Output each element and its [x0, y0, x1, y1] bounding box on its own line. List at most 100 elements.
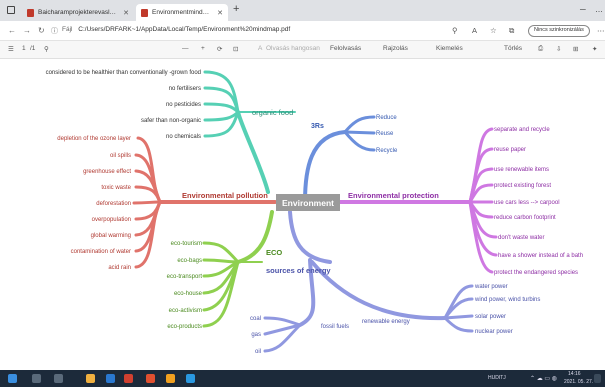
- protection-item: protect existing forest: [494, 183, 551, 189]
- more-icon[interactable]: …: [595, 5, 603, 14]
- pdf-toolbar: ☰ 1 /1 ⚲ — + ⟳ ⊡ A Olvasás hangosan Felo…: [0, 41, 605, 59]
- tab-bar: Baicharamprojekterevaslsuh ✕ Environment…: [0, 0, 605, 21]
- pin-icon[interactable]: ✦: [592, 45, 597, 53]
- pollution-item: overpopulation: [92, 217, 131, 223]
- organic-food-item: safer than non-organic: [141, 118, 201, 124]
- tab-inactive[interactable]: Baicharamprojekterevaslsuh ✕: [22, 4, 134, 21]
- rrr-item: Recycle: [376, 148, 398, 154]
- highlight-button[interactable]: Kiemelés: [436, 45, 463, 52]
- protection-item: use cars less --> carpool: [494, 200, 560, 206]
- protection-item: reuse paper: [494, 147, 526, 153]
- pollution-title: Environmental pollution: [182, 191, 268, 200]
- text-options-button[interactable]: Felolvasás: [330, 45, 361, 52]
- protection-item: don't waste water: [498, 235, 545, 241]
- protection-item: use renewable items: [494, 167, 549, 173]
- profile-sync-button[interactable]: Nincs szinkronizálás: [528, 25, 590, 37]
- draw-button[interactable]: Rajzolás: [383, 45, 408, 52]
- save-icon[interactable]: ⇩: [556, 45, 561, 53]
- fossil-fuel-item: coal: [250, 316, 261, 322]
- eco-connectors: [202, 210, 274, 328]
- organic-food-item: no chemicals: [166, 134, 201, 140]
- back-icon[interactable]: ←: [8, 26, 16, 35]
- energy-connectors: [263, 210, 474, 353]
- close-icon[interactable]: ✕: [123, 9, 129, 17]
- renewable-item: solar power: [475, 314, 506, 320]
- pollution-item: greenhouse effect: [83, 169, 131, 175]
- file-explorer-icon[interactable]: [86, 374, 95, 383]
- minimize-icon[interactable]: ─: [580, 5, 586, 14]
- taskbar: HUDITJ ⌃ ☁ ▭ ◍ 14:16 2021. 05. 27.: [0, 370, 605, 387]
- eco-title: ECO: [266, 248, 282, 257]
- rotate-icon[interactable]: ⟳: [217, 45, 222, 53]
- new-tab-button[interactable]: +: [233, 3, 239, 15]
- print-icon[interactable]: ⎙: [538, 45, 543, 53]
- tab-active[interactable]: Environmentmindmap.pdf ✕: [136, 4, 228, 21]
- fossil-fuel-item: gas: [251, 332, 261, 338]
- pollution-item: global warming: [91, 233, 131, 239]
- eco-item: eco-tourism: [171, 241, 202, 247]
- protection-item: reduce carbon footprint: [494, 215, 556, 221]
- protection-item: separate and recycle: [494, 127, 550, 133]
- read-aloud-icon[interactable]: A: [258, 45, 262, 52]
- tray-icons[interactable]: ⌃ ☁ ▭ ◍: [530, 375, 557, 382]
- pollution-item: toxic waste: [101, 185, 131, 191]
- start-icon[interactable]: [8, 374, 17, 383]
- zoom-in-button[interactable]: +: [201, 45, 205, 52]
- save-as-icon[interactable]: ⊞: [573, 45, 578, 53]
- page-total: /1: [30, 45, 36, 52]
- notification-icon[interactable]: [594, 374, 601, 383]
- contents-icon[interactable]: ☰: [8, 45, 14, 53]
- fit-page-icon[interactable]: ⊡: [233, 45, 238, 53]
- address-bar: ← → ↻ ⓘ Fájl C:/Users/DRFARK~1/AppData/L…: [0, 21, 605, 41]
- app-icon[interactable]: [124, 374, 133, 383]
- file-scheme-label: Fájl: [62, 26, 73, 33]
- task-view-icon[interactable]: [54, 374, 63, 383]
- erase-button[interactable]: Törlés: [504, 45, 522, 52]
- search-icon[interactable]: [32, 374, 41, 383]
- forward-icon[interactable]: →: [23, 26, 31, 35]
- info-icon[interactable]: ⓘ: [51, 26, 58, 36]
- page-number-field[interactable]: 1: [22, 45, 26, 52]
- collections-icon[interactable]: ⧉: [509, 26, 514, 36]
- renewable-energy-label: renewable energy: [362, 319, 410, 325]
- protection-item: have a shower instead of a bath: [498, 253, 583, 259]
- edge-icon[interactable]: [106, 374, 115, 383]
- zoom-out-button[interactable]: —: [182, 45, 189, 52]
- app-icon[interactable]: [166, 374, 175, 383]
- eco-item: eco-bags: [177, 258, 202, 264]
- fossil-fuels-label: fossil fuels: [321, 324, 349, 330]
- pollution-item: contamination of water: [71, 249, 131, 255]
- pollution-item: depletion of the ozone layer: [57, 136, 131, 142]
- eco-item: eco-transport: [167, 274, 203, 280]
- pdf-file-icon: [141, 8, 148, 17]
- center-node-label: Environment: [282, 198, 334, 208]
- menu-icon[interactable]: ⋯: [597, 26, 605, 35]
- eco-item: eco-products: [167, 324, 202, 330]
- renewable-item: water power: [474, 284, 508, 290]
- tab-label: Baicharamprojekterevaslsuh: [38, 9, 120, 16]
- energy-title: sources of energy: [266, 266, 331, 275]
- organic-food-title: organic food: [252, 108, 293, 117]
- rrr-item: Reduce: [376, 115, 397, 121]
- rrr-title: 3Rs: [311, 123, 324, 130]
- tab-label: Environmentmindmap.pdf: [152, 9, 213, 16]
- search-icon[interactable]: ⚲: [44, 45, 49, 53]
- window-icon[interactable]: [7, 6, 15, 14]
- zoom-icon[interactable]: ⚲: [452, 26, 458, 35]
- close-icon[interactable]: ✕: [217, 9, 223, 17]
- eco-item: eco-activism: [169, 308, 202, 314]
- app-icon[interactable]: [186, 374, 195, 383]
- language-indicator[interactable]: HUDITJ: [488, 375, 506, 381]
- clock-time[interactable]: 14:16: [568, 371, 581, 377]
- refresh-icon[interactable]: ↻: [38, 26, 45, 35]
- read-aloud-button[interactable]: Olvasás hangosan: [266, 45, 320, 52]
- url-field[interactable]: Fájl C:/Users/DRFARK~1/AppData/Local/Tem…: [62, 26, 290, 33]
- app-icon[interactable]: [146, 374, 155, 383]
- pdf-file-icon: [27, 8, 34, 17]
- url-text: C:/Users/DRFARK~1/AppData/Local/Temp/Env…: [78, 26, 291, 33]
- clock-date[interactable]: 2021. 05. 27.: [564, 379, 593, 385]
- renewable-item: wind power, wind turbins: [474, 297, 540, 303]
- read-aloud-icon[interactable]: A: [472, 26, 477, 35]
- favorite-icon[interactable]: ☆: [490, 26, 497, 35]
- rrr-item: Reuse: [376, 131, 394, 137]
